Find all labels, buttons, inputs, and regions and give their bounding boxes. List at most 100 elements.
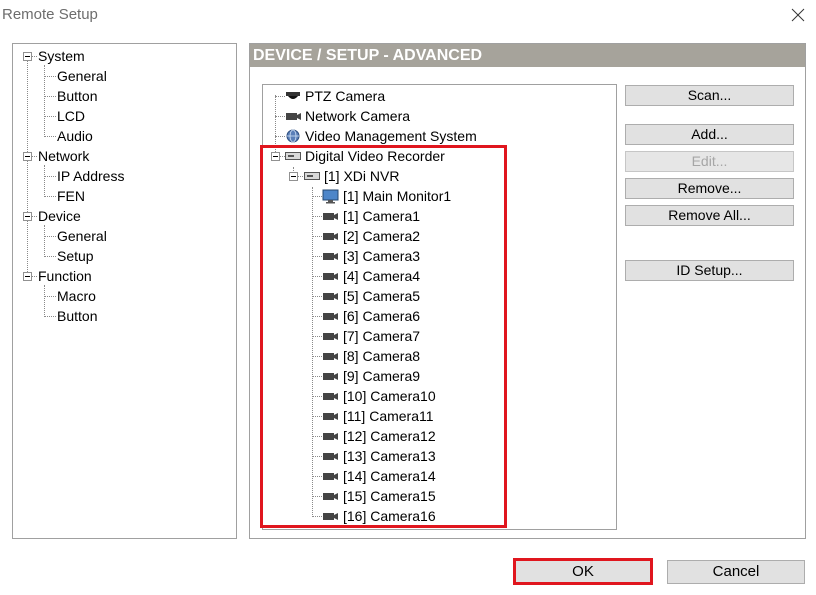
- nav-item-device-setup[interactable]: Setup: [13, 246, 235, 266]
- camera-icon: [323, 453, 338, 460]
- nav-item-label: IP Address: [57, 168, 125, 184]
- collapse-icon[interactable]: [289, 172, 298, 181]
- device-item-camera[interactable]: [4] Camera4: [263, 266, 603, 286]
- device-item-label: [6] Camera6: [343, 308, 421, 324]
- camera-icon: [323, 413, 338, 420]
- scan-button[interactable]: Scan...: [625, 85, 794, 106]
- device-item-main-monitor[interactable]: [1] Main Monitor1: [263, 186, 603, 206]
- camera-icon: [323, 233, 338, 240]
- nav-item-system[interactable]: System: [13, 46, 235, 66]
- ptz-camera-icon: [286, 92, 300, 99]
- nav-tree[interactable]: System General Button LCD Audio Network …: [12, 43, 237, 539]
- nav-item-label: System: [38, 48, 85, 64]
- device-item-camera[interactable]: [10] Camera10: [263, 386, 603, 406]
- remove-button[interactable]: Remove...: [625, 178, 794, 199]
- device-item-camera[interactable]: [8] Camera8: [263, 346, 603, 366]
- camera-icon: [323, 293, 338, 300]
- camera-icon: [323, 213, 338, 220]
- ok-button[interactable]: OK: [515, 560, 651, 584]
- device-item-label: [10] Camera10: [343, 388, 436, 404]
- device-item-label: [3] Camera3: [343, 248, 421, 264]
- device-item-label: [12] Camera12: [343, 428, 436, 444]
- nav-item-device[interactable]: Device: [13, 206, 235, 226]
- nav-item-device-general[interactable]: General: [13, 226, 235, 246]
- device-item-digital-video-recorder[interactable]: Digital Video Recorder: [263, 146, 603, 166]
- device-item-label: [2] Camera2: [343, 228, 421, 244]
- nav-item-function-button[interactable]: Button: [13, 306, 235, 326]
- edit-button[interactable]: Edit...: [625, 151, 794, 172]
- nav-item-label: Button: [57, 308, 98, 324]
- monitor-icon: [322, 189, 339, 204]
- dvr-icon: [285, 152, 301, 160]
- device-item-camera[interactable]: [2] Camera2: [263, 226, 603, 246]
- collapse-icon[interactable]: [23, 212, 32, 221]
- device-item-camera[interactable]: [16] Camera16: [263, 506, 603, 526]
- camera-icon: [323, 373, 338, 380]
- nav-item-network-ip-address[interactable]: IP Address: [13, 166, 235, 186]
- device-item-label: Video Management System: [305, 128, 477, 144]
- device-item-label: [11] Camera11: [343, 408, 434, 424]
- device-item-camera[interactable]: [13] Camera13: [263, 446, 603, 466]
- camera-icon: [323, 433, 338, 440]
- network-camera-icon: [286, 113, 301, 120]
- device-item-video-management-system[interactable]: Video Management System: [263, 126, 603, 146]
- dvr-icon: [304, 172, 320, 180]
- remove-all-button[interactable]: Remove All...: [625, 205, 794, 226]
- device-setup-panel: DEVICE / SETUP - ADVANCED PTZ Camera Net…: [249, 43, 806, 539]
- camera-icon: [323, 513, 338, 520]
- panel-header: DEVICE / SETUP - ADVANCED: [250, 44, 805, 67]
- device-item-ptz-camera[interactable]: PTZ Camera: [263, 86, 603, 106]
- close-button[interactable]: [786, 4, 810, 26]
- device-tree[interactable]: PTZ Camera Network Camera Video Manageme…: [262, 84, 617, 530]
- device-item-camera[interactable]: [3] Camera3: [263, 246, 603, 266]
- nav-item-label: Network: [38, 148, 90, 164]
- collapse-icon[interactable]: [23, 272, 32, 281]
- device-item-label: [13] Camera13: [343, 448, 436, 464]
- camera-icon: [323, 493, 338, 500]
- nav-item-system-button[interactable]: Button: [13, 86, 235, 106]
- device-item-camera[interactable]: [6] Camera6: [263, 306, 603, 326]
- device-item-label: Network Camera: [305, 108, 411, 124]
- title-bar: Remote Setup: [0, 0, 816, 30]
- camera-icon: [323, 273, 338, 280]
- device-item-label: [16] Camera16: [343, 508, 436, 524]
- camera-icon: [323, 253, 338, 260]
- device-item-label: [9] Camera9: [343, 368, 421, 384]
- close-icon: [791, 8, 805, 22]
- device-item-camera[interactable]: [1] Camera1: [263, 206, 603, 226]
- globe-icon: [286, 129, 300, 143]
- device-item-label: [15] Camera15: [343, 488, 436, 504]
- device-item-label: [14] Camera14: [343, 468, 436, 484]
- nav-item-system-audio[interactable]: Audio: [13, 126, 235, 146]
- device-item-camera[interactable]: [11] Camera11: [263, 406, 603, 426]
- nav-item-function-macro[interactable]: Macro: [13, 286, 235, 306]
- nav-item-system-general[interactable]: General: [13, 66, 235, 86]
- device-item-camera[interactable]: [14] Camera14: [263, 466, 603, 486]
- nav-item-label: LCD: [57, 108, 86, 124]
- device-item-network-camera[interactable]: Network Camera: [263, 106, 603, 126]
- nav-item-system-lcd[interactable]: LCD: [13, 106, 235, 126]
- device-item-camera[interactable]: [9] Camera9: [263, 366, 603, 386]
- device-item-label: [8] Camera8: [343, 348, 421, 364]
- device-item-camera[interactable]: [12] Camera12: [263, 426, 603, 446]
- device-item-label: [4] Camera4: [343, 268, 421, 284]
- device-item-xdi-nvr[interactable]: [1] XDi NVR: [263, 166, 603, 186]
- device-item-label: [5] Camera5: [343, 288, 421, 304]
- cancel-button[interactable]: Cancel: [667, 560, 805, 584]
- collapse-icon[interactable]: [271, 152, 280, 161]
- device-item-camera[interactable]: [5] Camera5: [263, 286, 603, 306]
- nav-item-label: Macro: [57, 288, 96, 304]
- device-item-camera[interactable]: [15] Camera15: [263, 486, 603, 506]
- id-setup-button[interactable]: ID Setup...: [625, 260, 794, 281]
- nav-item-network-fen[interactable]: FEN: [13, 186, 235, 206]
- collapse-icon[interactable]: [23, 152, 32, 161]
- nav-item-network[interactable]: Network: [13, 146, 235, 166]
- nav-item-function[interactable]: Function: [13, 266, 235, 286]
- add-button[interactable]: Add...: [625, 124, 794, 145]
- nav-item-label: Button: [57, 88, 98, 104]
- nav-item-label: General: [57, 68, 107, 84]
- device-item-camera[interactable]: [7] Camera7: [263, 326, 603, 346]
- collapse-icon[interactable]: [23, 52, 32, 61]
- device-item-label: Digital Video Recorder: [305, 148, 445, 164]
- nav-item-label: FEN: [57, 188, 85, 204]
